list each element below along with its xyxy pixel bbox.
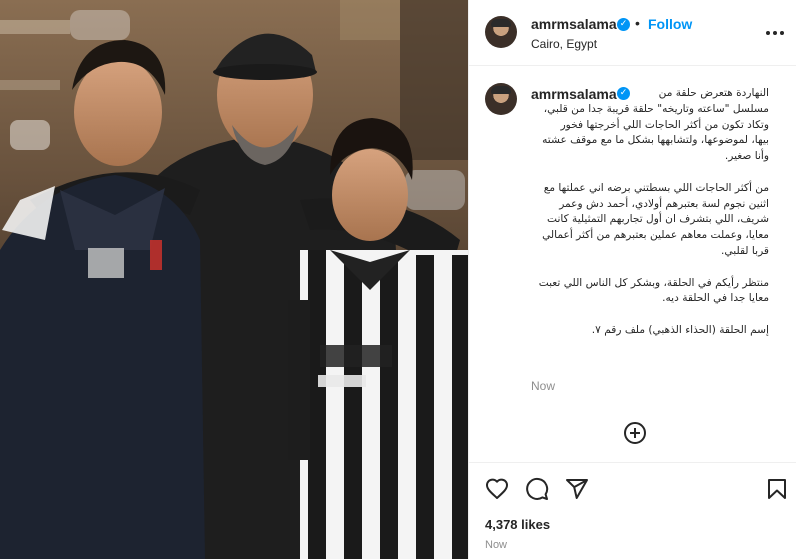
caption-line: بيها، لموضوعها، ولتشابهها بشكل ما مع موق… [542, 134, 769, 147]
verified-badge-icon: ✓ [617, 18, 630, 31]
plus-circle-icon[interactable] [623, 421, 647, 445]
caption-line [529, 165, 769, 181]
header-separator: • [635, 15, 640, 31]
post-header: amrmsalama ✓ • Follow Cairo, Egypt [469, 0, 796, 66]
comment-icon[interactable] [525, 477, 549, 501]
post-side-panel: amrmsalama ✓ • Follow Cairo, Egypt amrms… [468, 0, 796, 559]
caption-line: معايا جدا في الحلقة ديه. [662, 292, 769, 305]
caption-line: وتكاد تكون من أكثر الحاجات اللي أخرجتها … [560, 118, 769, 131]
bookmark-icon[interactable] [765, 477, 789, 501]
author-avatar[interactable] [485, 16, 517, 48]
caption-line: منتظر رأيكم في الحلقة، وبشكر كل الناس ال… [538, 276, 769, 289]
post-photo-illustration [0, 0, 468, 559]
likes-count[interactable]: 4,378 likes [485, 517, 550, 532]
post-actions: 4,378 likes Now [469, 462, 796, 559]
caption-line: مسلسل "ساعته وتاريخه" حلقة قريبة جدا من … [543, 102, 769, 115]
more-options-icon[interactable] [765, 22, 785, 42]
post-photo[interactable] [0, 0, 468, 559]
caption-line: قربا لقلبي. [721, 244, 769, 257]
author-username[interactable]: amrmsalama [531, 16, 617, 32]
post-location[interactable]: Cairo, Egypt [531, 37, 597, 51]
caption-line: النهاردة هتعرض حلقة من [658, 87, 769, 99]
caption-line [529, 260, 769, 276]
post-timestamp: Now [485, 539, 508, 551]
heart-icon[interactable] [485, 477, 509, 501]
caption-line: وأنا صغير. [724, 150, 769, 163]
post-caption: النهاردة هتعرض حلقة من مسلسل "ساعته وتار… [529, 86, 769, 339]
caption-line: من أكثر الحاجات اللي بسطتني برضه اني عمل… [543, 181, 769, 194]
caption-line: شريف، اللي بتشرف ان أول تجاربهم التمثيلي… [547, 213, 769, 226]
comments-area: amrmsalama ✓ النهاردة هتعرض حلقة من مسلس… [469, 67, 796, 462]
caption-author-avatar[interactable] [485, 83, 517, 115]
caption-line: إسم الحلقة (الحذاء الذهبي) ملف رقم ٧. [591, 323, 769, 336]
caption-timestamp: Now [531, 379, 556, 393]
follow-button[interactable]: Follow [648, 16, 692, 32]
caption-line: اثنين نجوم لسة بعتبرهم أولادي، أحمد دش و… [559, 197, 769, 210]
caption-line [529, 307, 769, 323]
caption-line: معايا، وعملت معاهم عملين بعتبرهم من أكثر… [542, 229, 769, 242]
send-icon[interactable] [565, 477, 589, 501]
